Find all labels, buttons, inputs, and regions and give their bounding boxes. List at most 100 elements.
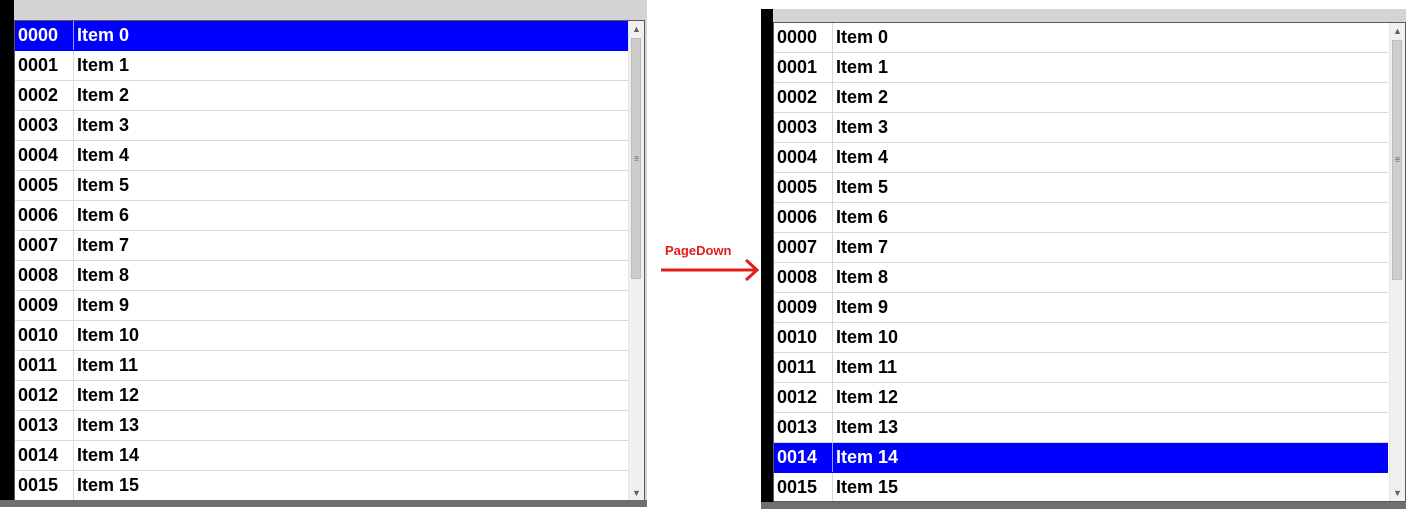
item-name: Item 12	[77, 385, 140, 405]
vertical-scrollbar[interactable]: ▲ ≡ ▼	[1389, 23, 1405, 501]
pagedown-transition: PageDown	[660, 243, 764, 287]
list-item[interactable]: 0003 Item 3	[15, 111, 628, 141]
panel-left-border	[761, 9, 773, 509]
list-item[interactable]: 0012 Item 12	[15, 381, 628, 411]
list-item[interactable]: 0007 Item 7	[15, 231, 628, 261]
list-item[interactable]: 0003 Item 3	[774, 113, 1388, 143]
list-item[interactable]: 0012 Item 12	[774, 383, 1388, 413]
panel-bottom-border	[761, 502, 1406, 509]
item-number: 0013	[774, 413, 833, 442]
list-item[interactable]: 0002 Item 2	[774, 83, 1388, 113]
item-number: 0015	[774, 473, 833, 501]
item-name: Item 11	[77, 355, 139, 375]
list-item[interactable]: 0001 Item 1	[15, 51, 628, 81]
scroll-thumb[interactable]: ≡	[1392, 40, 1402, 280]
item-number: 0015	[15, 471, 74, 500]
item-number: 0007	[774, 233, 833, 262]
list-item[interactable]: 0011 Item 11	[774, 353, 1388, 383]
list-item[interactable]: 0009 Item 9	[15, 291, 628, 321]
scroll-up-arrow-icon[interactable]: ▲	[629, 21, 644, 37]
item-name: Item 10	[77, 325, 140, 345]
item-number: 0009	[15, 291, 74, 320]
vertical-scrollbar[interactable]: ▲ ≡ ▼	[628, 21, 644, 501]
list-item[interactable]: 0004 Item 4	[15, 141, 628, 171]
item-number: 0010	[15, 321, 74, 350]
right-arrow-icon	[661, 258, 760, 282]
item-number: 0005	[774, 173, 833, 202]
list-item[interactable]: 0011 Item 11	[15, 351, 628, 381]
item-name: Item 10	[836, 327, 899, 347]
list-panel-after: 0000 Item 0 0001 Item 1 0002 Item 2 0003 Item 3…	[761, 9, 1406, 509]
list-item[interactable]: 0007 Item 7	[774, 233, 1388, 263]
item-name: Item 0	[836, 27, 889, 47]
list-item[interactable]: 0006 Item 6	[15, 201, 628, 231]
item-number: 0014	[15, 441, 74, 470]
item-name: Item 0	[77, 25, 130, 45]
item-number: 0012	[15, 381, 74, 410]
list-item[interactable]: 0004 Item 4	[774, 143, 1388, 173]
list-item[interactable]: 0008 Item 8	[15, 261, 628, 291]
listbox-rows: 0000 Item 0 0001 Item 1 0002 Item 2 0003 Item 3…	[15, 21, 628, 501]
item-name: Item 3	[836, 117, 889, 137]
scroll-thumb-grip-icon: ≡	[633, 153, 639, 163]
list-item[interactable]: 0005 Item 5	[774, 173, 1388, 203]
item-name: Item 2	[836, 87, 889, 107]
item-number: 0004	[15, 141, 74, 170]
item-name: Item 7	[836, 237, 889, 257]
list-item[interactable]: 0001 Item 1	[774, 53, 1388, 83]
item-name: Item 6	[77, 205, 130, 225]
list-item[interactable]: 0008 Item 8	[774, 263, 1388, 293]
item-name: Item 8	[77, 265, 130, 285]
list-item[interactable]: 0014 Item 14	[15, 441, 628, 471]
item-name: Item 13	[836, 417, 899, 437]
list-item[interactable]: 0005 Item 5	[15, 171, 628, 201]
scroll-up-arrow-icon[interactable]: ▲	[1390, 23, 1405, 39]
item-name: Item 6	[836, 207, 889, 227]
item-name: Item 8	[836, 267, 889, 287]
list-item[interactable]: 0015 Item 15	[774, 473, 1388, 501]
listbox-after[interactable]: 0000 Item 0 0001 Item 1 0002 Item 2 0003 Item 3…	[773, 22, 1406, 502]
item-number: 0013	[15, 411, 74, 440]
list-item[interactable]: 0013 Item 13	[15, 411, 628, 441]
item-number: 0014	[774, 443, 833, 472]
list-item-selected[interactable]: 0014 Item 14	[774, 443, 1388, 473]
item-name: Item 9	[77, 295, 130, 315]
item-name: Item 4	[77, 145, 130, 165]
item-name: Item 12	[836, 387, 899, 407]
item-number: 0003	[774, 113, 833, 142]
item-name: Item 7	[77, 235, 130, 255]
list-item[interactable]: 0015 Item 15	[15, 471, 628, 501]
item-number: 0012	[774, 383, 833, 412]
item-number: 0011	[774, 353, 833, 382]
list-item[interactable]: 0013 Item 13	[774, 413, 1388, 443]
item-number: 0002	[15, 81, 74, 110]
list-item[interactable]: 0009 Item 9	[774, 293, 1388, 323]
item-number: 0003	[15, 111, 74, 140]
list-item[interactable]: 0006 Item 6	[774, 203, 1388, 233]
item-number: 0000	[774, 23, 833, 52]
item-name: Item 14	[77, 445, 140, 465]
list-item[interactable]: 0002 Item 2	[15, 81, 628, 111]
transition-label: PageDown	[665, 243, 732, 258]
list-item[interactable]: 0000 Item 0	[774, 23, 1388, 53]
list-item-selected[interactable]: 0000 Item 0	[15, 21, 628, 51]
list-item[interactable]: 0010 Item 10	[15, 321, 628, 351]
item-name: Item 5	[836, 177, 889, 197]
listbox-before[interactable]: 0000 Item 0 0001 Item 1 0002 Item 2 0003 Item 3…	[14, 20, 645, 502]
item-number: 0002	[774, 83, 833, 112]
scroll-down-arrow-icon[interactable]: ▼	[1390, 485, 1405, 501]
item-name: Item 1	[836, 57, 889, 77]
item-number: 0004	[774, 143, 833, 172]
listbox-rows: 0000 Item 0 0001 Item 1 0002 Item 2 0003 Item 3…	[774, 23, 1388, 501]
item-name: Item 3	[77, 115, 130, 135]
screenshot-comparison: 0000 Item 0 0001 Item 1 0002 Item 2 0003 Item 3…	[0, 0, 1406, 523]
scroll-down-arrow-icon[interactable]: ▼	[629, 485, 644, 501]
item-number: 0005	[15, 171, 74, 200]
scroll-thumb-grip-icon: ≡	[1394, 154, 1400, 165]
scroll-thumb[interactable]: ≡	[631, 38, 641, 279]
item-number: 0009	[774, 293, 833, 322]
list-item[interactable]: 0010 Item 10	[774, 323, 1388, 353]
item-name: Item 15	[836, 477, 899, 497]
list-panel-before: 0000 Item 0 0001 Item 1 0002 Item 2 0003 Item 3…	[0, 0, 647, 507]
item-number: 0008	[774, 263, 833, 292]
